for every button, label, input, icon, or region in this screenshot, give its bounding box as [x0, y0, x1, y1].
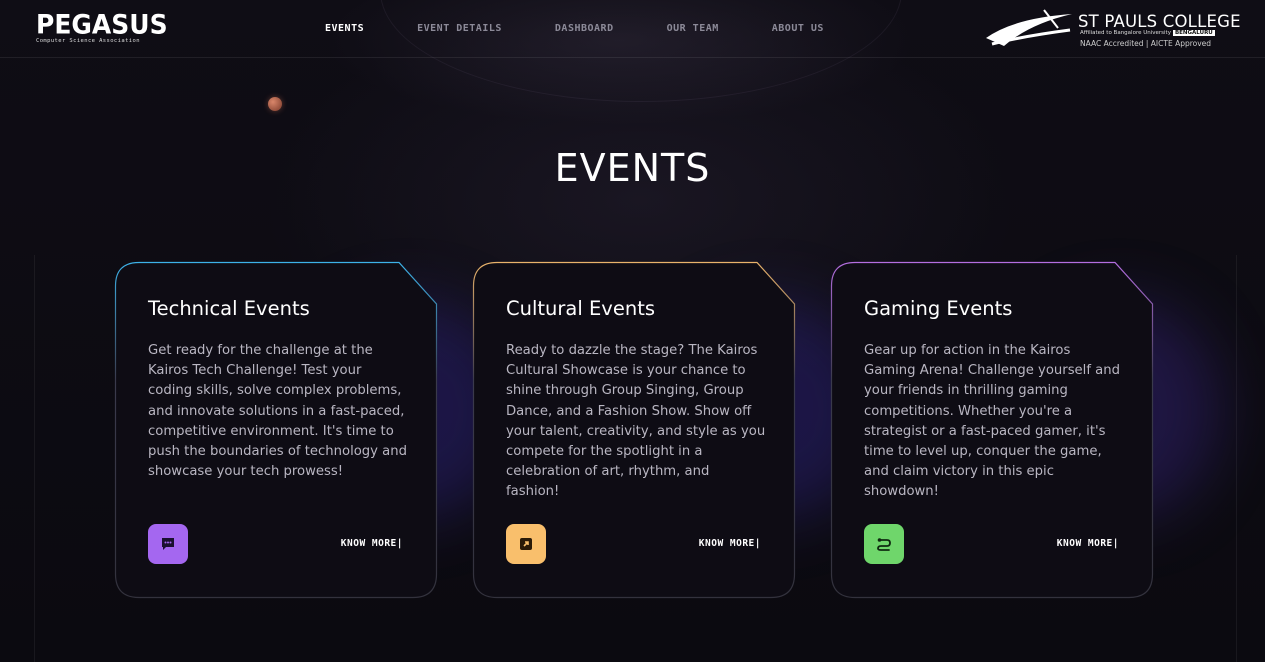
- nav-events[interactable]: EVENTS: [325, 23, 364, 34]
- card-title: Cultural Events: [506, 297, 656, 320]
- college-accreditation: NAAC Accredited | AICTE Approved: [1080, 39, 1212, 48]
- affiliation-text: Affiliated to Bangalore University: [1080, 30, 1171, 36]
- card-title: Gaming Events: [864, 297, 1013, 320]
- card-description: Ready to dazzle the stage? The Kairos Cu…: [506, 343, 766, 500]
- college-emblem-icon: [986, 9, 1072, 46]
- site-header: PEGASUS Computer Science Association EVE…: [0, 0, 1265, 58]
- page-title: EVENTS: [554, 146, 711, 190]
- event-card-technical[interactable]: Technical Events Get ready for the chall…: [114, 261, 438, 599]
- card-description: Gear up for action in the Kairos Gaming …: [864, 343, 1120, 500]
- city-tag: BENGALURU: [1172, 30, 1215, 36]
- nav-about-us[interactable]: ABOUT US: [772, 23, 824, 34]
- nav-our-team[interactable]: OUR TEAM: [667, 23, 719, 34]
- know-more-link[interactable]: KNOW MORE|: [1057, 538, 1119, 549]
- pegasus-logo[interactable]: PEGASUS Computer Science Association: [36, 9, 168, 44]
- brand-name: PEGASUS: [36, 9, 168, 40]
- controller-cable-icon: [864, 524, 904, 564]
- left-guide-line: [34, 255, 35, 662]
- right-guide-line: [1236, 255, 1237, 662]
- expand-icon: [506, 524, 546, 564]
- event-card-cultural[interactable]: Cultural Events Ready to dazzle the stag…: [472, 261, 796, 599]
- know-more-link[interactable]: KNOW MORE|: [699, 538, 761, 549]
- college-affiliation: Affiliated to Bangalore University BENGAL…: [1080, 30, 1215, 36]
- main-nav: EVENTS EVENT DETAILS DASHBOARD OUR TEAM …: [325, 23, 877, 34]
- nav-dashboard[interactable]: DASHBOARD: [555, 23, 614, 34]
- college-logo[interactable]: ST PAULS COLLEGE Affiliated to Bangalore…: [984, 8, 1244, 52]
- card-title: Technical Events: [148, 297, 310, 320]
- card-description: Get ready for the challenge at the Kairo…: [148, 343, 407, 480]
- college-name: ST PAULS COLLEGE: [1078, 12, 1241, 31]
- know-more-link[interactable]: KNOW MORE|: [341, 538, 403, 549]
- event-card-gaming[interactable]: Gaming Events Gear up for action in the …: [830, 261, 1154, 599]
- nav-event-details[interactable]: EVENT DETAILS: [417, 23, 502, 34]
- chat-icon: [148, 524, 188, 564]
- planet-decoration: [268, 97, 282, 111]
